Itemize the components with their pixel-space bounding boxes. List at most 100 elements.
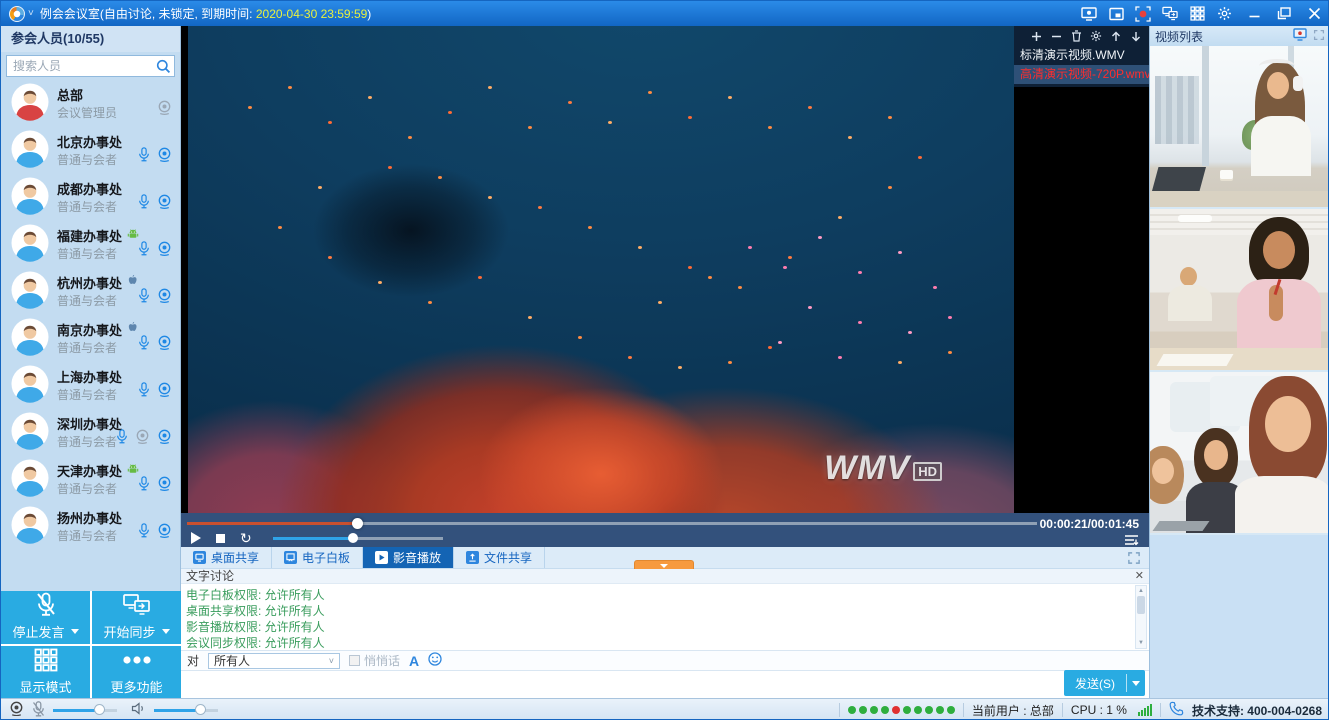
mic-icon[interactable]: [138, 335, 150, 355]
move-down-icon[interactable]: [1130, 30, 1142, 42]
action-more-features-button[interactable]: 更多功能: [92, 646, 181, 699]
scroll-down-icon[interactable]: ▼: [1138, 638, 1144, 648]
network-cast-icon[interactable]: [1162, 6, 1178, 22]
video-feed-3[interactable]: [1150, 372, 1329, 535]
volume-slider[interactable]: [273, 537, 443, 540]
webcam-icon[interactable]: [157, 335, 172, 355]
search-icon[interactable]: [156, 59, 171, 79]
chat-collapse-handle[interactable]: [634, 560, 694, 569]
app-grid-icon[interactable]: [1189, 6, 1205, 22]
participant-row[interactable]: 天津办事处普通与会者: [1, 455, 180, 502]
send-options-caret-icon[interactable]: [1127, 681, 1145, 686]
delete-icon[interactable]: [1070, 30, 1082, 42]
mic-icon[interactable]: [138, 288, 150, 308]
play-button[interactable]: [191, 532, 201, 544]
mic-icon[interactable]: [138, 194, 150, 214]
volume-handle[interactable]: [348, 533, 358, 543]
webcam-icon[interactable]: [157, 523, 172, 543]
local-webcam-icon[interactable]: [9, 701, 24, 719]
send-button[interactable]: 发送(S): [1064, 670, 1145, 696]
participant-row[interactable]: 福建办事处普通与会者: [1, 220, 180, 267]
participant-row[interactable]: 上海办事处普通与会者: [1, 361, 180, 408]
replay-icon[interactable]: ↻: [240, 531, 252, 545]
stop-button[interactable]: [216, 534, 225, 543]
whisper-checkbox[interactable]: [349, 655, 360, 666]
mic-volume-slider[interactable]: [53, 709, 117, 712]
participant-row[interactable]: 总部会议管理员: [1, 79, 180, 126]
speaker-icon[interactable]: [131, 702, 146, 718]
seek-bar[interactable]: [187, 522, 1037, 525]
action-stop-speaking-button[interactable]: 停止发言: [1, 591, 90, 644]
webcam-off-icon[interactable]: [135, 429, 150, 449]
recipient-select[interactable]: 所有人 ˅: [208, 653, 340, 669]
close-icon[interactable]: [1306, 6, 1322, 22]
panel-expand-icon[interactable]: [1313, 29, 1325, 44]
fullscreen-expand-icon[interactable]: [1127, 551, 1141, 570]
search-input[interactable]: [7, 56, 174, 76]
playlist-item[interactable]: 高清演示视频-720P.wmv删除: [1014, 65, 1149, 84]
layout-grid-icon: [34, 648, 58, 672]
chat-scrollbar[interactable]: ▲ ▼: [1135, 585, 1147, 649]
tab-whiteboard[interactable]: 电子白板: [272, 547, 363, 568]
tab-desktop-share[interactable]: 桌面共享: [181, 547, 272, 568]
playing-video[interactable]: WMV HD: [188, 26, 1014, 513]
dropdown-caret-icon[interactable]: [71, 629, 79, 634]
dropdown-caret-icon[interactable]: [162, 629, 170, 634]
mic-volume-handle[interactable]: [94, 704, 105, 715]
playlist-settings-icon[interactable]: [1090, 30, 1102, 42]
playlist-item[interactable]: 标清演示视频.WMV: [1014, 46, 1149, 65]
tab-file-share[interactable]: 文件共享: [454, 547, 545, 568]
webcam-icon[interactable]: [157, 382, 172, 402]
participant-row[interactable]: 成都办事处普通与会者: [1, 173, 180, 220]
mic-icon[interactable]: [138, 476, 150, 496]
action-start-sync-button[interactable]: 开始同步: [92, 591, 181, 644]
mic-icon[interactable]: [138, 147, 150, 167]
scroll-up-icon[interactable]: ▲: [1138, 586, 1144, 596]
window-mode-icon[interactable]: [1108, 6, 1124, 22]
add-icon[interactable]: [1030, 30, 1042, 42]
minimize-icon[interactable]: [1246, 6, 1262, 22]
webcam-icon[interactable]: [157, 194, 172, 214]
mic-muted-icon[interactable]: [32, 701, 45, 720]
maximize-icon[interactable]: [1276, 6, 1292, 22]
message-input[interactable]: [181, 672, 1149, 698]
screen-share-icon[interactable]: [1081, 6, 1097, 22]
video-stage[interactable]: WMV HD 标清演示视频.WMV高清演示视频-720P.wmv删除: [181, 26, 1149, 513]
whisper-option[interactable]: 悄悄话: [349, 652, 400, 669]
mic-icon[interactable]: [138, 241, 150, 261]
webcam-off-icon[interactable]: [157, 100, 172, 120]
chat-close-icon[interactable]: ✕: [1135, 570, 1144, 583]
video-feed-2[interactable]: [1150, 209, 1329, 372]
webcam-icon[interactable]: [157, 476, 172, 496]
webcam-icon[interactable]: [157, 429, 172, 449]
participant-row[interactable]: 北京办事处普通与会者: [1, 126, 180, 173]
webcam-icon[interactable]: [157, 288, 172, 308]
participant-row[interactable]: 深圳办事处普通与会者: [1, 408, 180, 455]
tab-media-play[interactable]: 影音播放: [363, 547, 454, 568]
video-feed-1[interactable]: [1150, 46, 1329, 209]
mic-icon[interactable]: [116, 429, 128, 449]
scroll-thumb[interactable]: [1137, 596, 1145, 614]
remove-icon[interactable]: [1050, 30, 1062, 42]
apple-icon: [127, 321, 138, 339]
device-icons: [116, 429, 172, 449]
menu-chevron-icon[interactable]: ˅: [28, 8, 34, 19]
participant-row[interactable]: 南京办事处普通与会者: [1, 314, 180, 361]
action-display-mode-button[interactable]: 显示模式: [1, 646, 90, 699]
webcam-icon[interactable]: [157, 147, 172, 167]
video-display-icon[interactable]: [1293, 28, 1307, 44]
webcam-icon[interactable]: [157, 241, 172, 261]
record-icon[interactable]: [1135, 6, 1151, 22]
seek-handle[interactable]: [352, 518, 363, 529]
wmv-watermark-text: WMV: [824, 453, 910, 483]
settings-icon[interactable]: [1216, 6, 1232, 22]
speaker-volume-slider[interactable]: [154, 709, 218, 712]
mic-icon[interactable]: [138, 382, 150, 402]
font-style-button[interactable]: A: [409, 653, 419, 669]
speaker-volume-handle[interactable]: [195, 704, 206, 715]
participant-row[interactable]: 杭州办事处普通与会者: [1, 267, 180, 314]
emoji-button[interactable]: [428, 652, 442, 669]
move-up-icon[interactable]: [1110, 30, 1122, 42]
participant-row[interactable]: 扬州办事处普通与会者: [1, 502, 180, 549]
mic-icon[interactable]: [138, 523, 150, 543]
